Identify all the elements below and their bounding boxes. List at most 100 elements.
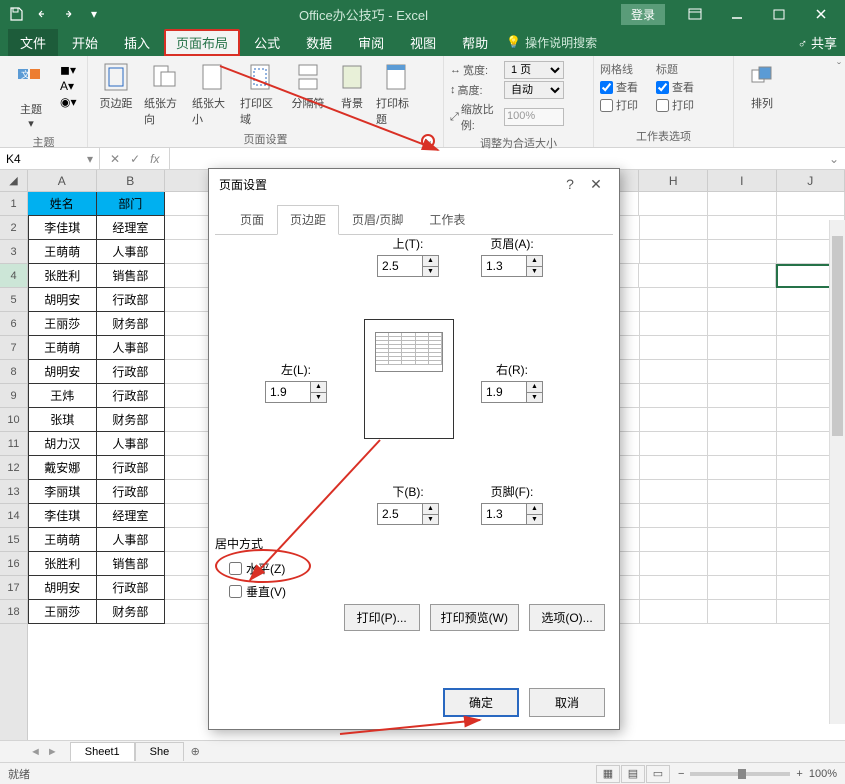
print-titles-button[interactable]: 打印标题 bbox=[374, 59, 418, 129]
sheet-tab-1[interactable]: Sheet1 bbox=[70, 742, 135, 761]
data-cell[interactable]: 经理室 bbox=[97, 216, 166, 240]
menu-home[interactable]: 开始 bbox=[60, 29, 110, 56]
print-button[interactable]: 打印(P)... bbox=[344, 604, 420, 631]
data-cell[interactable]: 张琪 bbox=[28, 408, 97, 432]
orientation-button[interactable]: 纸张方向 bbox=[142, 59, 186, 129]
data-cell[interactable]: 人事部 bbox=[97, 336, 166, 360]
data-cell[interactable]: 经理室 bbox=[97, 504, 166, 528]
add-sheet-button[interactable]: ⊕ bbox=[184, 745, 206, 758]
data-cell[interactable]: 行政部 bbox=[97, 480, 166, 504]
footer-margin-spinner[interactable]: ▲▼ bbox=[481, 503, 543, 525]
row-header[interactable]: 8 bbox=[0, 360, 27, 384]
maximize-icon[interactable] bbox=[759, 2, 799, 26]
ok-button[interactable]: 确定 bbox=[443, 688, 519, 717]
menu-review[interactable]: 审阅 bbox=[346, 29, 396, 56]
minimize-icon[interactable] bbox=[717, 2, 757, 26]
margins-button[interactable]: 页边距 bbox=[94, 59, 138, 113]
col-header[interactable]: J bbox=[777, 170, 845, 192]
data-cell[interactable]: 财务部 bbox=[97, 600, 166, 624]
header-cell[interactable]: 姓名 bbox=[28, 192, 97, 216]
undo-icon[interactable] bbox=[30, 2, 54, 26]
row-header[interactable]: 16 bbox=[0, 552, 27, 576]
tab-sheet[interactable]: 工作表 bbox=[416, 205, 478, 234]
tab-header-footer[interactable]: 页眉/页脚 bbox=[339, 205, 416, 234]
right-margin-spinner[interactable]: ▲▼ bbox=[481, 381, 543, 403]
tab-margins[interactable]: 页边距 bbox=[277, 205, 339, 235]
fonts-icon[interactable]: A▾ bbox=[60, 79, 77, 93]
data-cell[interactable]: 行政部 bbox=[97, 576, 166, 600]
page-layout-view-icon[interactable]: ▤ bbox=[621, 765, 645, 783]
zoom-level[interactable]: 100% bbox=[809, 768, 837, 780]
col-header[interactable]: I bbox=[708, 170, 777, 192]
left-margin-spinner[interactable]: ▲▼ bbox=[265, 381, 327, 403]
data-cell[interactable]: 胡明安 bbox=[28, 360, 97, 384]
page-break-view-icon[interactable]: ▭ bbox=[646, 765, 670, 783]
data-cell[interactable]: 销售部 bbox=[97, 264, 165, 288]
row-header[interactable]: 18 bbox=[0, 600, 27, 624]
col-header[interactable]: A bbox=[28, 170, 97, 192]
close-icon[interactable] bbox=[801, 2, 841, 26]
row-header[interactable]: 1 bbox=[0, 192, 27, 216]
gridlines-print-checkbox[interactable]: 打印 bbox=[600, 97, 638, 113]
print-preview-button[interactable]: 打印预览(W) bbox=[430, 604, 519, 631]
options-button[interactable]: 选项(O)... bbox=[529, 604, 605, 631]
row-header[interactable]: 17 bbox=[0, 576, 27, 600]
data-cell[interactable]: 李佳琪 bbox=[28, 216, 97, 240]
data-cell[interactable]: 王萌萌 bbox=[28, 240, 97, 264]
data-cell[interactable]: 财务部 bbox=[97, 312, 166, 336]
row-header[interactable]: 12 bbox=[0, 456, 27, 480]
tab-page[interactable]: 页面 bbox=[227, 205, 277, 234]
data-cell[interactable]: 行政部 bbox=[97, 384, 166, 408]
row-header[interactable]: 14 bbox=[0, 504, 27, 528]
zoom-out-icon[interactable]: − bbox=[678, 768, 684, 780]
qat-dropdown-icon[interactable]: ▾ bbox=[82, 2, 106, 26]
vertical-center-checkbox[interactable]: 垂直(V) bbox=[229, 583, 286, 600]
zoom-in-icon[interactable]: + bbox=[796, 768, 802, 780]
arrange-button[interactable]: 排列 bbox=[740, 59, 784, 113]
gridlines-view-checkbox[interactable]: 查看 bbox=[600, 79, 638, 95]
save-icon[interactable] bbox=[4, 2, 28, 26]
data-cell[interactable]: 王萌萌 bbox=[28, 336, 97, 360]
vertical-scrollbar[interactable] bbox=[829, 220, 845, 724]
data-cell[interactable]: 人事部 bbox=[97, 528, 166, 552]
menu-data[interactable]: 数据 bbox=[294, 29, 344, 56]
fx-icon[interactable]: fx bbox=[150, 152, 159, 166]
data-cell[interactable]: 人事部 bbox=[97, 240, 166, 264]
width-select[interactable]: 1 页 bbox=[504, 61, 564, 79]
normal-view-icon[interactable]: ▦ bbox=[596, 765, 620, 783]
data-cell[interactable]: 李丽琪 bbox=[28, 480, 97, 504]
row-header[interactable]: 10 bbox=[0, 408, 27, 432]
row-header[interactable]: 11 bbox=[0, 432, 27, 456]
themes-button[interactable]: 文 主题▾ bbox=[6, 59, 56, 132]
row-header[interactable]: 3 bbox=[0, 240, 27, 264]
menu-file[interactable]: 文件 bbox=[8, 29, 58, 56]
background-button[interactable]: 背景 bbox=[334, 59, 370, 113]
data-cell[interactable]: 销售部 bbox=[97, 552, 166, 576]
data-cell[interactable]: 张胜利 bbox=[28, 264, 97, 288]
data-cell[interactable]: 行政部 bbox=[97, 288, 166, 312]
row-header[interactable]: 6 bbox=[0, 312, 27, 336]
collapse-ribbon-icon[interactable]: ˇ bbox=[837, 60, 841, 74]
data-cell[interactable]: 行政部 bbox=[97, 456, 166, 480]
top-margin-spinner[interactable]: ▲▼ bbox=[377, 255, 439, 277]
bottom-margin-spinner[interactable]: ▲▼ bbox=[377, 503, 439, 525]
colors-icon[interactable]: ◼▾ bbox=[60, 63, 77, 77]
expand-formula-bar-icon[interactable]: ⌄ bbox=[823, 152, 845, 166]
breaks-button[interactable]: 分隔符 bbox=[286, 59, 330, 113]
dialog-help-icon[interactable]: ? bbox=[557, 176, 583, 192]
size-button[interactable]: 纸张大小 bbox=[190, 59, 234, 129]
headings-view-checkbox[interactable]: 查看 bbox=[656, 79, 694, 95]
data-cell[interactable]: 李佳琪 bbox=[28, 504, 97, 528]
confirm-entry-icon[interactable]: ✓ bbox=[130, 152, 140, 166]
login-button[interactable]: 登录 bbox=[621, 4, 665, 25]
select-all-corner[interactable]: ◢ bbox=[0, 170, 27, 192]
row-header[interactable]: 7 bbox=[0, 336, 27, 360]
redo-icon[interactable] bbox=[56, 2, 80, 26]
effects-icon[interactable]: ◉▾ bbox=[60, 95, 77, 109]
height-select[interactable]: 自动 bbox=[504, 81, 564, 99]
menu-insert[interactable]: 插入 bbox=[112, 29, 162, 56]
cancel-button[interactable]: 取消 bbox=[529, 688, 605, 717]
dialog-close-icon[interactable]: ✕ bbox=[583, 176, 609, 193]
ribbon-opts-icon[interactable] bbox=[675, 2, 715, 26]
menu-view[interactable]: 视图 bbox=[398, 29, 448, 56]
